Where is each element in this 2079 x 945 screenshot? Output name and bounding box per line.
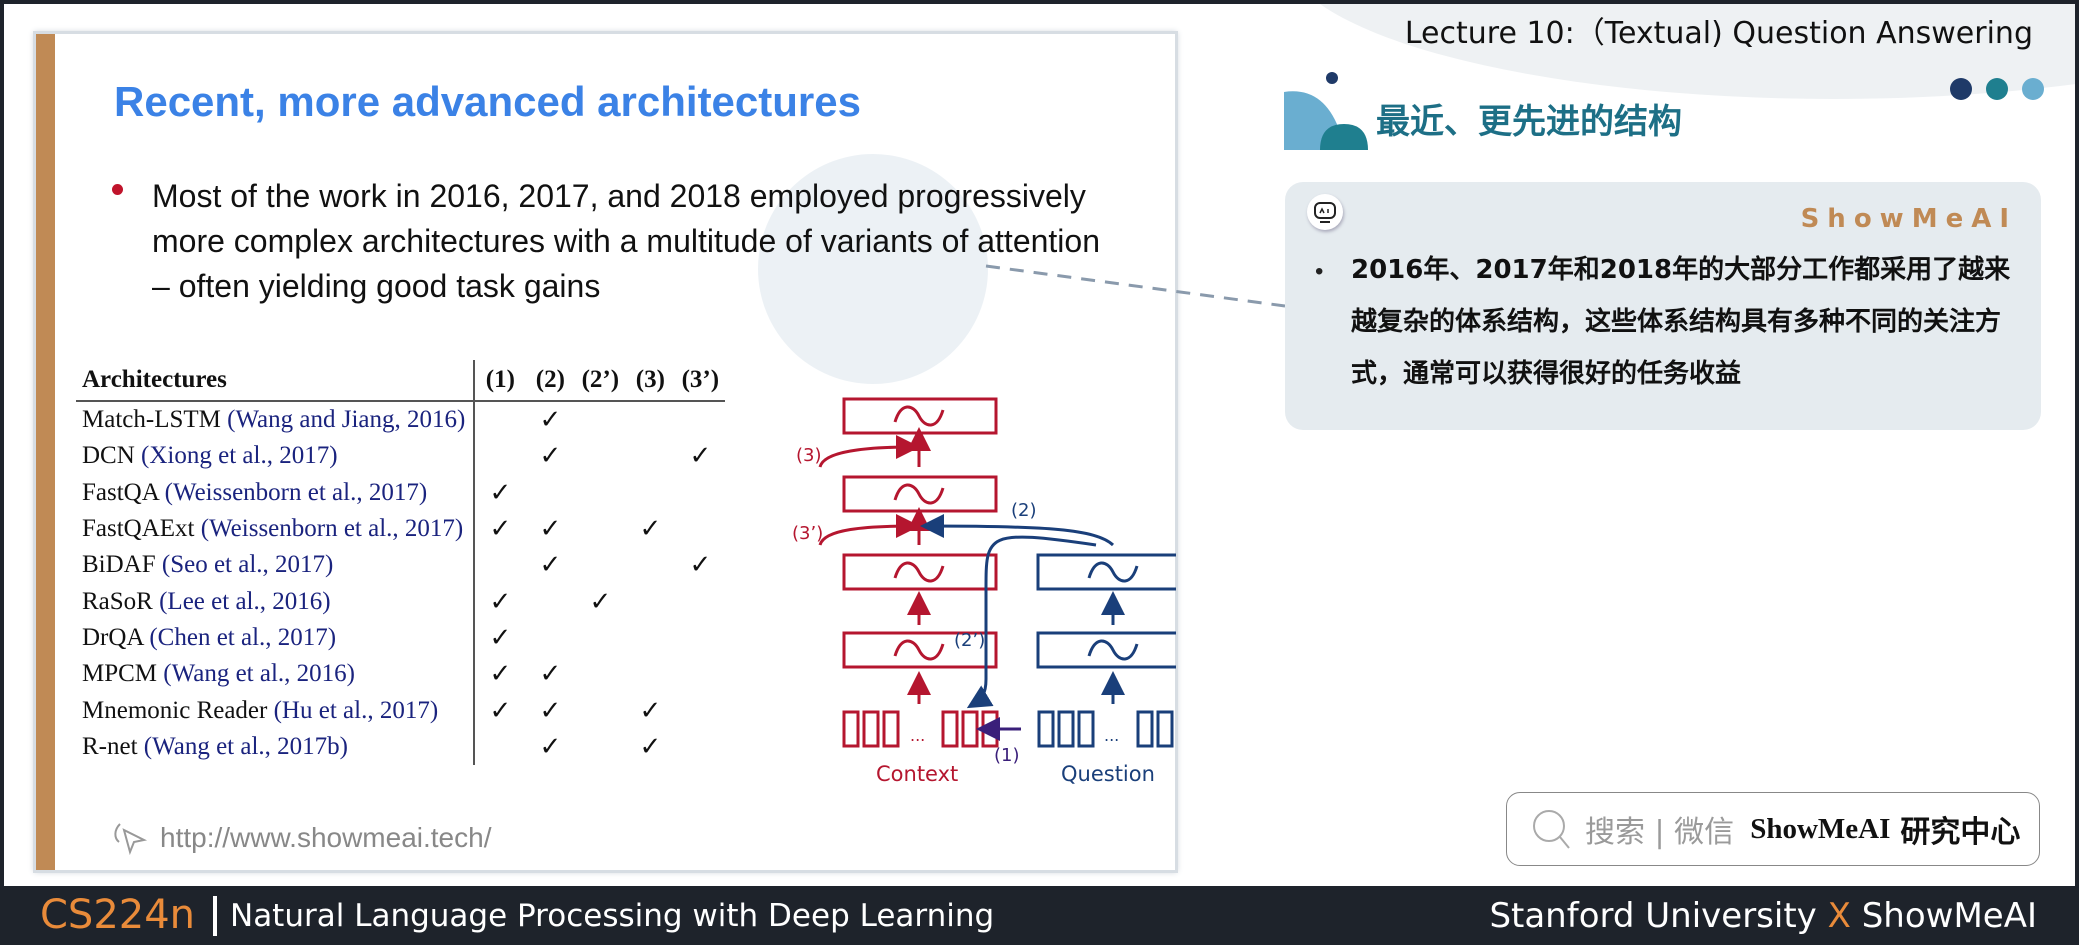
card-brand: ShowMeAI — [1800, 204, 2017, 234]
decor-dot — [1950, 78, 1972, 100]
page-canvas: Lecture 10:（Textual) Question Answering … — [4, 4, 2075, 886]
partner-showmeai: ShowMeAI — [1861, 896, 2037, 936]
footer-divider — [213, 896, 217, 936]
decor-dot — [2022, 78, 2044, 100]
partner-credit: Stanford University X ShowMeAI — [1489, 896, 2037, 936]
partner-x: X — [1827, 896, 1851, 936]
connector-dash-line — [985, 264, 1286, 308]
decor-dot — [1986, 78, 2008, 100]
section-decoration — [1284, 72, 1368, 150]
course-code: CS224n — [40, 892, 196, 938]
wechat-search-box[interactable]: 搜索 | 微信 ShowMeAI 研究中心 — [1506, 792, 2040, 866]
search-icon — [1533, 810, 1570, 849]
robot-icon — [1307, 194, 1343, 230]
section-title-cn: 最近、更先进的结构 — [1376, 102, 1682, 142]
partner-stanford: Stanford University — [1489, 896, 1817, 936]
search-hint: 搜索 | 微信 — [1585, 815, 1735, 850]
course-name: Natural Language Processing with Deep Le… — [230, 898, 995, 934]
card-translation-text: 2016年、2017年和2018年的大部分工作都采用了越来越复杂的体系结构，这些… — [1351, 255, 2011, 389]
footer-bar: CS224n Natural Language Processing with … — [0, 886, 2079, 945]
decor-dots — [1950, 78, 2044, 100]
translation-card: ShowMeAI • 2016年、2017年和2018年的大部分工作都采用了越来… — [1285, 182, 2041, 430]
search-suffix: 研究中心 — [1900, 815, 2021, 850]
card-bullet-dot: • — [1315, 258, 1324, 285]
search-brand: ShowMeAI — [1750, 812, 1891, 845]
